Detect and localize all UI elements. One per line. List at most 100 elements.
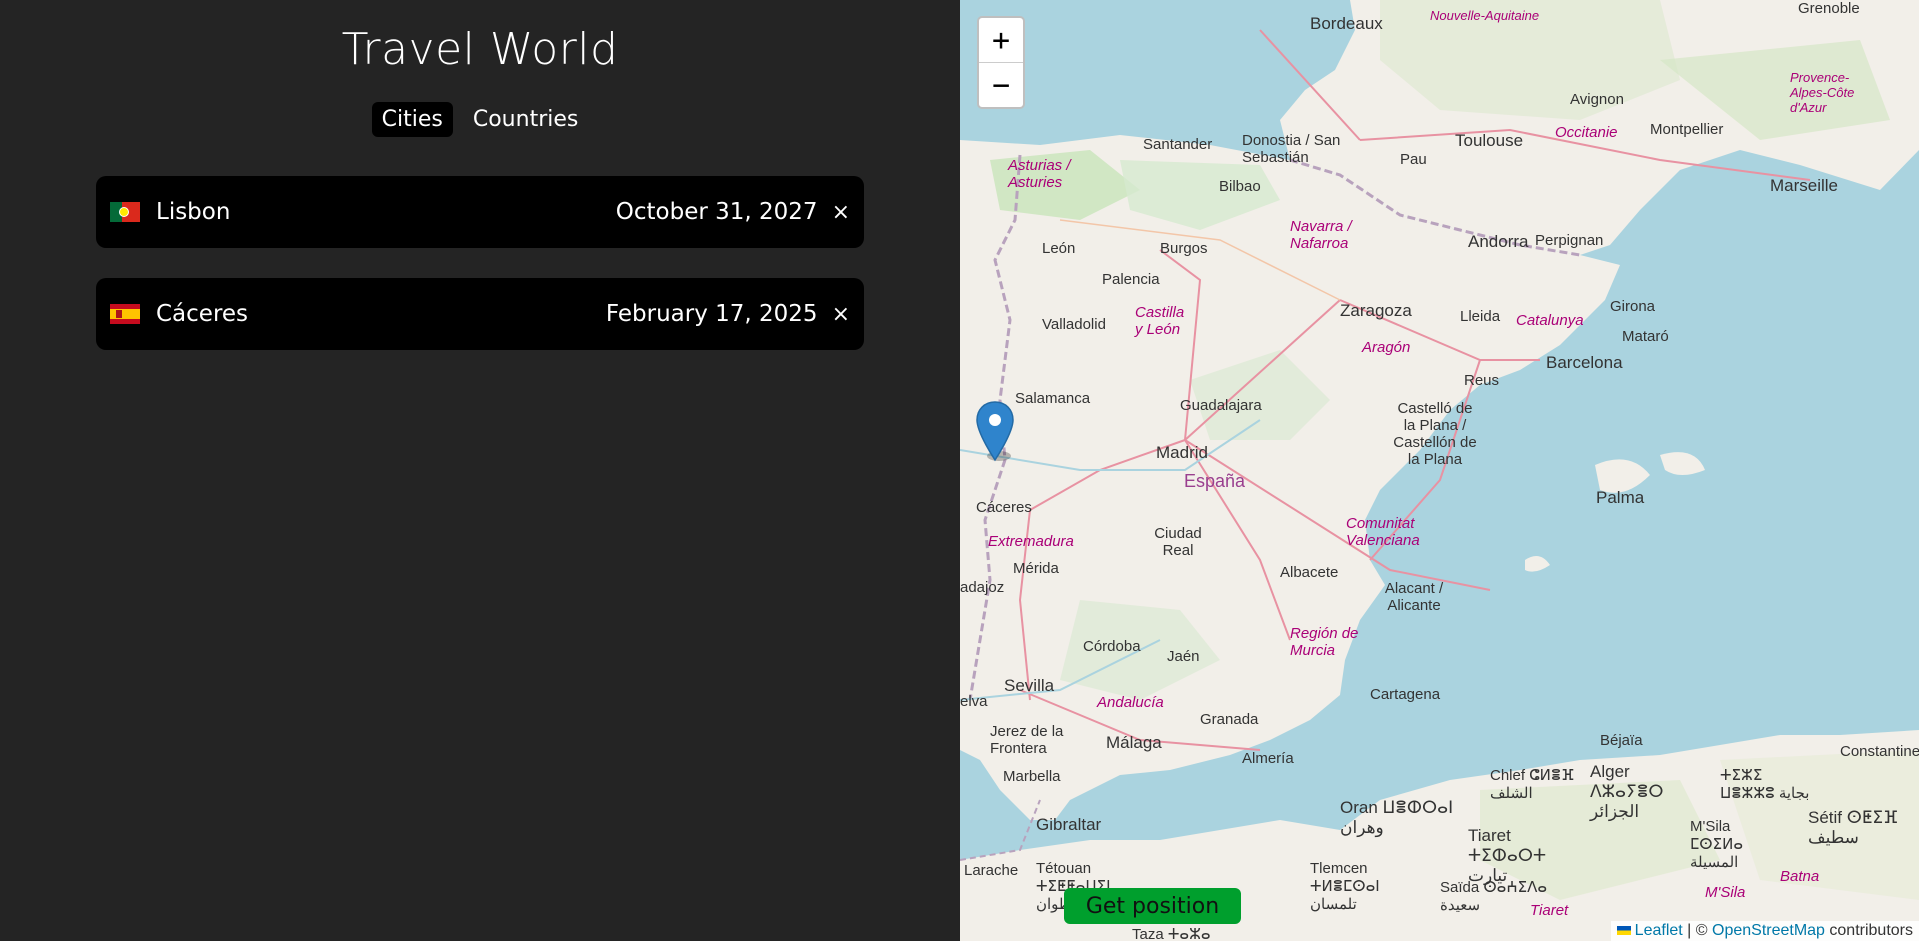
- attribution-suffix: contributors: [1824, 922, 1913, 939]
- map-label-asturias: Asturias / Asturies: [1008, 157, 1071, 191]
- map-label-caceres: Cáceres: [976, 499, 1032, 516]
- ukraine-flag-icon: [1616, 926, 1631, 935]
- map-label-burgos: Burgos: [1160, 240, 1208, 257]
- map-label-setif: Sétif ⵙⵟⵉⴼ سطيف: [1808, 808, 1899, 847]
- map-label-andorra: Andorra: [1468, 232, 1529, 251]
- map-label-oran: Oran ⵡⴻⵀⵔⴰⵏ وهران: [1340, 798, 1454, 837]
- map[interactable]: Bordeaux Nouvelle-Aquitaine Grenoble Tou…: [960, 0, 1919, 941]
- portugal-flag-icon: [110, 202, 140, 222]
- map-label-toulouse: Toulouse: [1455, 131, 1524, 150]
- map-label-cordoba: Córdoba: [1083, 638, 1141, 655]
- map-label-castilla: Castilla y León: [1135, 304, 1185, 338]
- map-label-malaga: Málaga: [1106, 733, 1162, 752]
- map-label-castello: Castelló de la Plana / Castellón de la P…: [1393, 400, 1477, 468]
- map-label-navarra: Navarra / Nafarroa: [1290, 218, 1352, 252]
- map-label-jaen: Jaén: [1167, 648, 1200, 665]
- map-label-tlemcen: Tlemcen ⵜⵍⴻⵎⵙⴰⵏ تلمسان: [1310, 860, 1380, 913]
- city-item[interactable]: Lisbon October 31, 2027 ×: [96, 176, 864, 248]
- zoom-control: + −: [977, 16, 1025, 109]
- map-label-madrid: Madrid: [1156, 443, 1208, 462]
- delete-city-button[interactable]: ×: [832, 302, 850, 327]
- map-label-taza: Taza ⵜⴰⵣⴰ: [1132, 926, 1211, 941]
- map-label-reus: Reus: [1464, 372, 1500, 389]
- map-label-santander: Santander: [1143, 136, 1213, 153]
- map-label-bejaia: Béjaïa: [1600, 732, 1643, 749]
- spain-flag-icon: [110, 304, 140, 324]
- map-label-msila: M'Sila ⵎⵙⵉⵍⴰ المسيلة: [1690, 818, 1744, 871]
- map-label-palma: Palma: [1596, 488, 1645, 507]
- attribution-separator: | ©: [1682, 922, 1712, 939]
- map-label-bordeaux: Bordeaux: [1310, 14, 1383, 33]
- map-label-bilbao: Bilbao: [1219, 178, 1261, 195]
- map-label-guadalajara: Guadalajara: [1180, 397, 1262, 414]
- map-label-provence: Provence-Alpes-Côte d'Azur: [1790, 70, 1855, 115]
- map-label-palencia: Palencia: [1102, 271, 1160, 288]
- map-label-barcelona: Barcelona: [1546, 353, 1623, 372]
- map-label-tiziouzou: ⵜⵉⵣⵉ ⵡⴻⵣⵣⵓ بجاية: [1720, 767, 1810, 802]
- tab-bar: Cities Countries: [0, 102, 960, 137]
- map-label-aragon: Aragón: [1362, 339, 1411, 356]
- map-label-pau: Pau: [1400, 151, 1427, 168]
- map-label-cartagena: Cartagena: [1370, 686, 1441, 703]
- zoom-out-button[interactable]: −: [979, 63, 1023, 107]
- city-date: February 17, 2025: [605, 301, 818, 327]
- map-label-constantine: Constantine: [1840, 743, 1919, 760]
- map-label-lleida: Lleida: [1460, 308, 1501, 325]
- map-label-girona: Girona: [1610, 298, 1656, 315]
- city-list: Lisbon October 31, 2027 × Cáceres Februa…: [96, 176, 864, 380]
- map-label-gibraltar: Gibraltar: [1036, 815, 1102, 834]
- map-label-ciudadreal: Ciudad Real: [1154, 525, 1202, 559]
- map-label-montpellier: Montpellier: [1650, 121, 1724, 138]
- map-label-grenoble: Grenoble: [1798, 0, 1860, 17]
- map-label-murcia: Región de Murcia: [1290, 625, 1359, 659]
- map-label-andalucia: Andalucía: [1097, 694, 1164, 711]
- leaflet-link[interactable]: Leaflet: [1635, 922, 1683, 939]
- get-position-button[interactable]: Get position: [1064, 888, 1241, 924]
- map-label-merida: Mérida: [1013, 560, 1059, 577]
- map-label-leon: León: [1042, 240, 1076, 257]
- map-label-albacete: Albacete: [1280, 564, 1339, 581]
- map-label-donostia: Donostia / San Sebastián: [1242, 132, 1341, 166]
- map-label-mataro: Mataró: [1622, 328, 1669, 345]
- delete-city-button[interactable]: ×: [832, 200, 850, 225]
- map-label-huelva: elva: [960, 693, 988, 710]
- map-label-batna: Batna: [1780, 868, 1820, 885]
- map-label-alacant: Alacant / Alicante: [1384, 580, 1444, 614]
- map-label-almeria: Almería: [1242, 750, 1294, 767]
- map-label-tiaret-region: Tiaret: [1530, 902, 1569, 919]
- app: Travel World Cities Countries Lisbon Oct…: [0, 0, 1919, 941]
- map-label-valenciana: Comunitat Valenciana: [1346, 515, 1420, 549]
- city-date: October 31, 2027: [615, 199, 818, 225]
- map-label-aquitaine: Nouvelle-Aquitaine: [1430, 8, 1540, 23]
- map-label-marseille: Marseille: [1770, 176, 1839, 195]
- map-label-msila-region: M'Sila: [1705, 884, 1746, 901]
- map-label-badajoz: adajoz: [960, 579, 1005, 596]
- map-label-larache: Larache: [964, 862, 1019, 879]
- map-label-valladolid: Valladolid: [1042, 316, 1106, 333]
- city-name: Lisbon: [156, 199, 231, 225]
- city-name: Cáceres: [156, 301, 249, 327]
- map-label-espana: España: [1184, 471, 1246, 491]
- map-label-sevilla: Sevilla: [1004, 676, 1055, 695]
- city-item[interactable]: Cáceres February 17, 2025 ×: [96, 278, 864, 350]
- map-label-granada: Granada: [1200, 711, 1259, 728]
- map-label-occitanie: Occitanie: [1555, 124, 1618, 141]
- map-label-zaragoza: Zaragoza: [1340, 301, 1412, 320]
- map-label-extremadura: Extremadura: [988, 533, 1074, 550]
- map-label-perpignan: Perpignan: [1535, 232, 1604, 249]
- tab-countries[interactable]: Countries: [463, 102, 589, 137]
- map-label-avignon: Avignon: [1570, 91, 1624, 108]
- map-label-catalunya: Catalunya: [1516, 312, 1584, 329]
- osm-link[interactable]: OpenStreetMap: [1712, 922, 1825, 939]
- map-label-chlef: Chlef ⵛⵍⴻⴼ الشلف: [1490, 767, 1575, 802]
- map-label-jerez: Jerez de la Frontera: [990, 723, 1064, 757]
- map-label-alger: Alger ⴷⵣⴰⵢⴻⵔ الجزائر: [1590, 762, 1664, 821]
- map-label-salamanca: Salamanca: [1015, 390, 1091, 407]
- app-title: Travel World: [341, 24, 619, 75]
- map-label-marbella: Marbella: [1003, 768, 1061, 785]
- tab-cities[interactable]: Cities: [371, 102, 453, 137]
- zoom-in-button[interactable]: +: [979, 18, 1023, 63]
- sidebar: Travel World Cities Countries Lisbon Oct…: [0, 0, 960, 941]
- map-attribution: Leaflet | © OpenStreetMap contributors: [1610, 921, 1919, 941]
- map-label-tiaret: Tiaret ⵜⵉⵀⴰⵔⵜ تيارت: [1468, 826, 1547, 885]
